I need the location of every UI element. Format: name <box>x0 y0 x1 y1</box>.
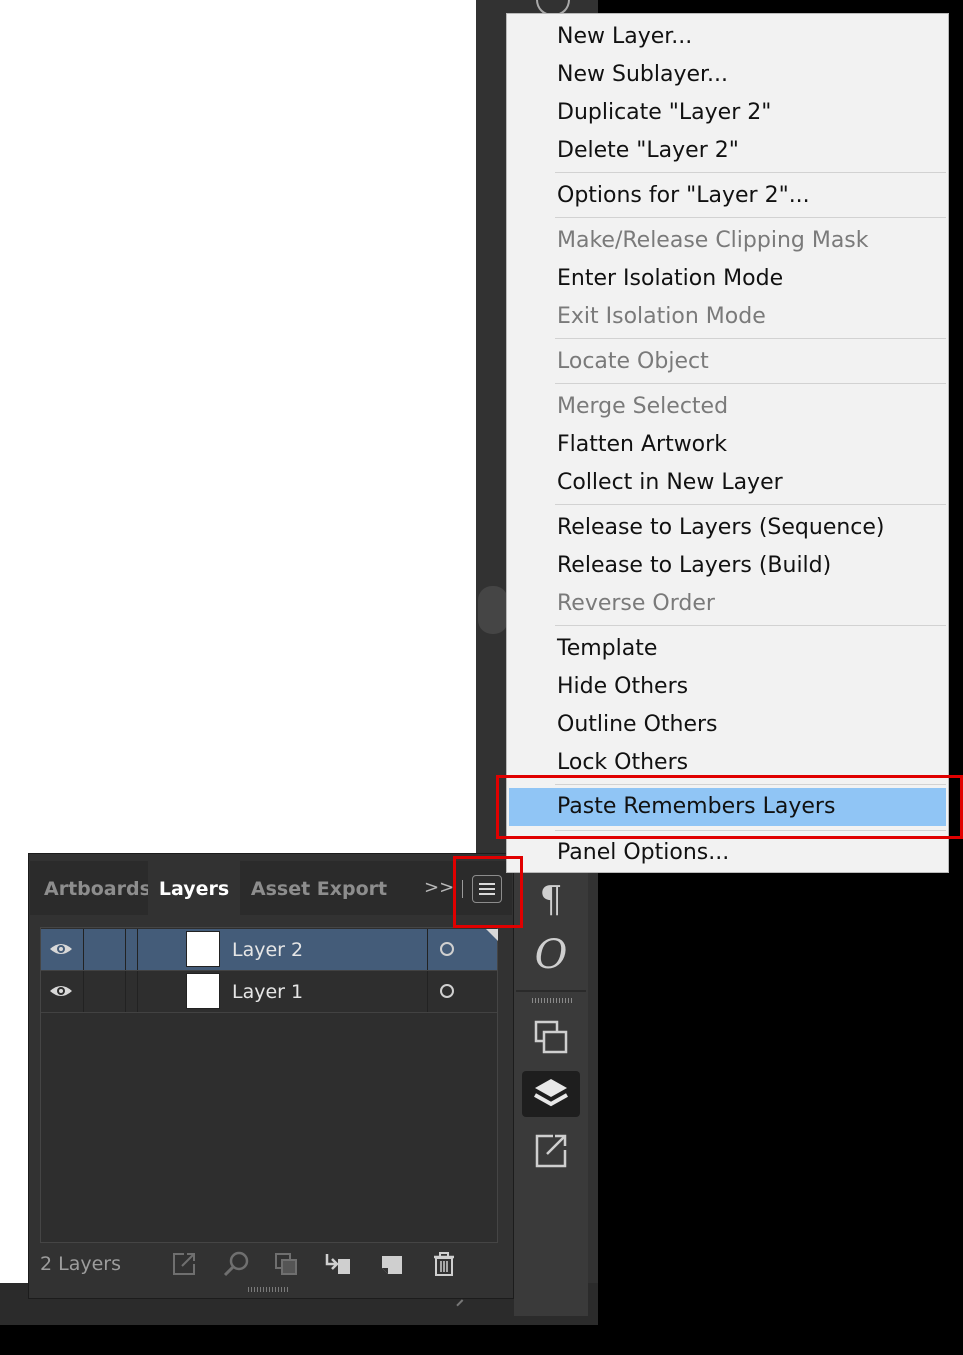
eye-icon[interactable] <box>49 939 73 959</box>
clipping-mask-icon[interactable] <box>272 1250 300 1278</box>
menu-item-delete-layer[interactable]: Delete "Layer 2" <box>509 132 946 170</box>
menu-item-merge-selected: Merge Selected <box>557 394 729 419</box>
layers-icon[interactable] <box>522 1071 580 1117</box>
layer-row[interactable]: Layer 1 <box>41 971 497 1013</box>
layer-name[interactable]: Layer 1 <box>232 971 303 1013</box>
layer-thumbnail <box>186 931 220 967</box>
selected-art-indicator <box>486 929 498 941</box>
layer-thumbnail <box>186 973 220 1009</box>
layer-row[interactable]: Layer 2 <box>41 929 497 971</box>
menu-item-duplicate-layer[interactable]: Duplicate "Layer 2" <box>509 94 946 132</box>
target-circle-icon[interactable] <box>440 942 454 956</box>
layer-count: 2 Layers <box>40 1253 122 1275</box>
export-icon[interactable] <box>170 1250 198 1278</box>
menu-item-panel-options[interactable]: Panel Options... <box>509 834 946 872</box>
menu-item-clipping-mask: Make/Release Clipping Mask <box>557 228 869 253</box>
annotation-box-menu-button <box>453 856 523 928</box>
menu-item-new-layer[interactable]: New Layer... <box>509 18 946 56</box>
menu-item-collect-new-layer[interactable]: Collect in New Layer <box>509 464 946 502</box>
scrollbar-thumb[interactable] <box>478 586 508 634</box>
menu-separator <box>555 338 946 339</box>
opentype-icon[interactable]: O <box>522 932 580 978</box>
menu-item-flatten-artwork[interactable]: Flatten Artwork <box>509 426 946 464</box>
strip-grip[interactable] <box>532 998 572 1003</box>
paragraph-icon[interactable]: ¶ <box>522 877 580 923</box>
tab-layers[interactable]: Layers <box>148 861 240 915</box>
menu-item-template[interactable]: Template <box>509 630 946 668</box>
menu-item-exit-isolation: Exit Isolation Mode <box>557 304 766 329</box>
menu-item-release-build[interactable]: Release to Layers (Build) <box>509 547 946 585</box>
menu-item-locate-object: Locate Object <box>557 349 709 374</box>
menu-item-reverse-order: Reverse Order <box>557 591 715 616</box>
eye-icon[interactable] <box>49 981 73 1001</box>
panel-grip[interactable] <box>248 1287 288 1292</box>
layer-name[interactable]: Layer 2 <box>232 929 303 971</box>
trash-icon[interactable] <box>430 1250 458 1278</box>
menu-separator <box>555 625 946 626</box>
menu-separator <box>555 383 946 384</box>
annotation-box-menu-item <box>496 775 963 839</box>
menu-item-new-sublayer[interactable]: New Sublayer... <box>509 56 946 94</box>
new-layer-icon[interactable] <box>378 1250 406 1278</box>
tab-asset-export[interactable]: Asset Export <box>248 861 390 915</box>
artboards-icon[interactable] <box>522 1014 580 1060</box>
asset-export-icon[interactable] <box>522 1127 580 1173</box>
strip-divider <box>516 990 586 992</box>
locate-object-icon[interactable] <box>222 1250 250 1278</box>
menu-item-outline-others[interactable]: Outline Others <box>509 706 946 744</box>
menu-item-enter-isolation[interactable]: Enter Isolation Mode <box>509 260 946 298</box>
menu-separator <box>555 217 946 218</box>
menu-item-release-sequence[interactable]: Release to Layers (Sequence) <box>509 509 946 547</box>
tab-artboards[interactable]: Artboards <box>44 861 151 915</box>
new-sublayer-icon[interactable] <box>324 1250 352 1278</box>
menu-item-hide-others[interactable]: Hide Others <box>509 668 946 706</box>
target-circle-icon[interactable] <box>440 984 454 998</box>
menu-separator <box>555 504 946 505</box>
menu-separator <box>555 172 946 173</box>
tab-overflow-icon[interactable]: >> <box>424 873 454 903</box>
menu-item-layer-options[interactable]: Options for "Layer 2"... <box>509 177 946 215</box>
